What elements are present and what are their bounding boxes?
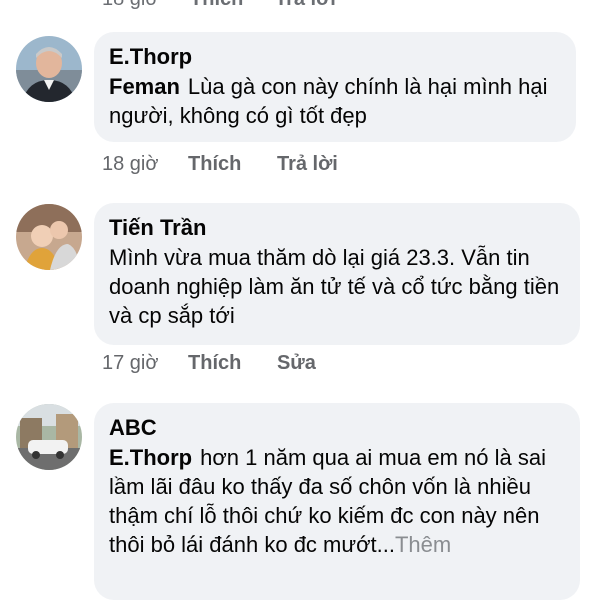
- like-button[interactable]: Thích: [188, 352, 241, 374]
- previous-comment-actions: 18 giờ Thích Trả lời: [102, 0, 362, 10]
- comment-bubble-2: Tiến Trần Mình vừa mua thăm dò lại giá 2…: [94, 203, 580, 345]
- comment-actions-2: 17 giờ Thích Sửa: [102, 352, 346, 375]
- man-portrait-avatar[interactable]: [16, 36, 82, 102]
- comment-text: E.Thorp hơn 1 năm qua ai mua em nó là sai…: [109, 443, 564, 559]
- comment-text: Feman Lùa gà con này chính là hại mình hạ…: [109, 72, 560, 130]
- see-more-link[interactable]: Thêm: [395, 532, 451, 557]
- comment-thread: 18 giờ Thích Trả lời E.Thorp FemanLùa gà…: [0, 0, 600, 600]
- previous-reply-button[interactable]: Trả lời: [275, 0, 336, 10]
- comment-author[interactable]: Tiến Trần: [109, 213, 564, 243]
- comment-actions-1: 18 giờ Thích Trả lời: [102, 153, 368, 176]
- comment-author[interactable]: ABC: [109, 413, 564, 443]
- mention-tag[interactable]: E.Thorp: [109, 445, 192, 470]
- like-button[interactable]: Thích: [188, 153, 241, 175]
- comment-author[interactable]: E.Thorp: [109, 42, 560, 72]
- comment-time[interactable]: 17 giờ: [102, 352, 158, 374]
- mention-tag[interactable]: Feman: [109, 74, 180, 99]
- edit-button[interactable]: Sửa: [277, 352, 316, 374]
- comment-body: Mình vừa mua thăm dò lại giá 23.3. Vẫn t…: [109, 245, 560, 328]
- previous-like-button[interactable]: Thích: [190, 0, 243, 10]
- previous-comment-time: 18 giờ: [102, 0, 158, 10]
- comment-bubble-1: E.Thorp Feman Lùa gà con này chính là hại…: [94, 32, 576, 142]
- street-car-avatar[interactable]: [16, 404, 82, 470]
- baby-photo-avatar[interactable]: [16, 204, 82, 270]
- comment-time[interactable]: 18 giờ: [102, 153, 158, 175]
- reply-button[interactable]: Trả lời: [277, 153, 338, 175]
- comment-bubble-3: ABC E.Thorp hơn 1 năm qua ai mua em nó là…: [94, 403, 580, 600]
